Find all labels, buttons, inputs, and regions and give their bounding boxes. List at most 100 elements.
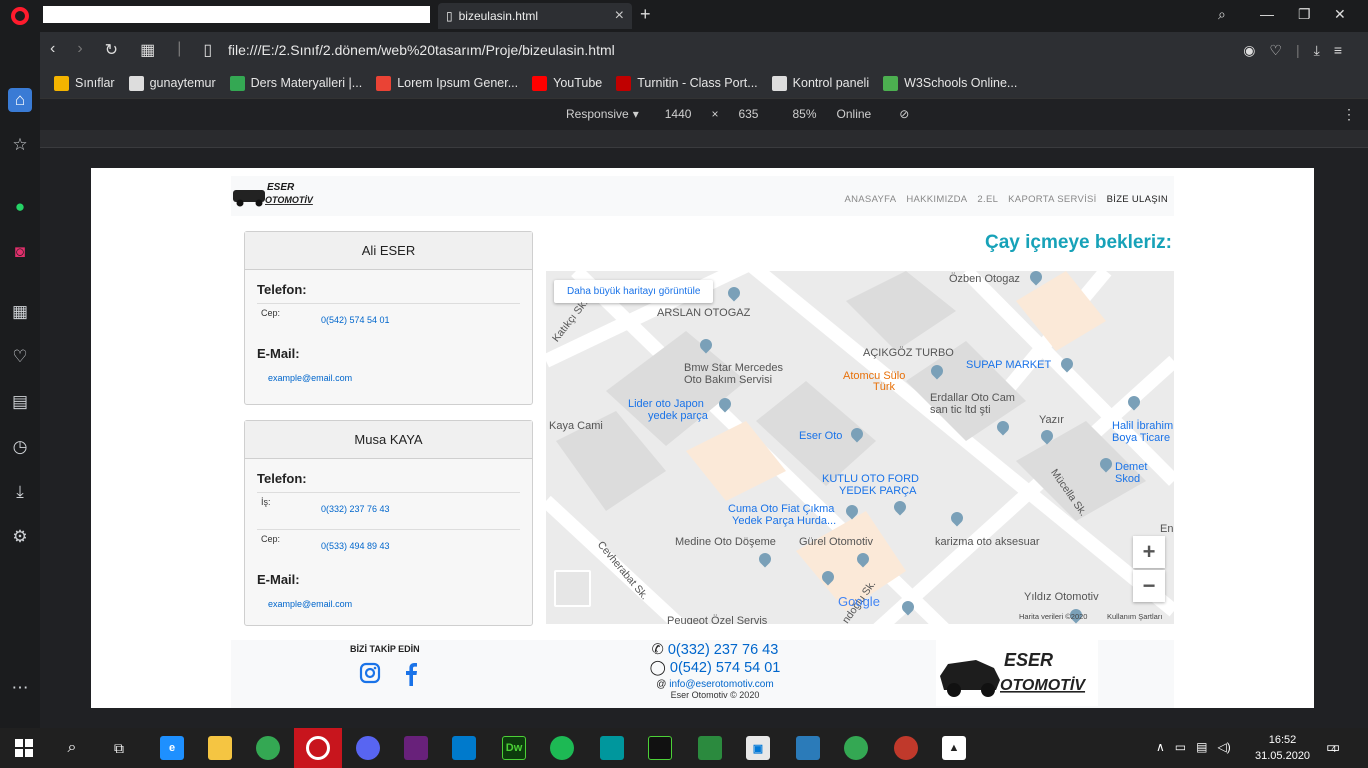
throttle-select[interactable]: Online (837, 107, 872, 121)
height-input[interactable]: 635 (738, 107, 758, 121)
map-poi-label[interactable]: karizma oto aksesuar (935, 536, 1040, 548)
map-poi-label[interactable]: Kaya Cami (549, 420, 603, 432)
map-poi-label[interactable]: Lider oto Japon (628, 398, 704, 410)
brand-logo[interactable]: ESER OTOMOTİV (231, 178, 317, 212)
arduino-icon[interactable] (600, 736, 624, 760)
map-poi-label[interactable]: Halil İbrahim (1112, 420, 1173, 432)
tab-active[interactable]: ▯ bizeulasin.html × (438, 3, 632, 29)
chrome-icon[interactable] (256, 736, 280, 760)
download-icon[interactable]: ⤓ (1314, 42, 1320, 59)
bookmark-item[interactable]: Lorem Ipsum Gener... (376, 75, 518, 91)
nav-link[interactable]: KAPORTA SERVİSİ (1008, 194, 1096, 205)
map-terms[interactable]: Kullanım Şartları (1107, 612, 1162, 621)
phone-number[interactable]: 0(533) 494 89 43 (321, 530, 390, 560)
bookmark-item[interactable]: Sınıflar (54, 75, 115, 91)
bookmark-item[interactable]: Kontrol paneli (771, 75, 869, 91)
bookmark-item[interactable]: W3Schools Online... (883, 75, 1017, 91)
map-poi-label[interactable]: san tic ltd şti (930, 404, 991, 416)
close-window-icon[interactable]: ✕ (1334, 6, 1346, 23)
app-icon[interactable] (698, 736, 722, 760)
reload-icon[interactable]: ↻ (105, 40, 118, 60)
map-poi-label[interactable]: Bmw Star Mercedes (684, 362, 783, 374)
nav-link[interactable]: 2.EL (977, 194, 998, 205)
discord-icon[interactable] (356, 736, 380, 760)
map-poi-label[interactable]: Yedek Parça Hurda... (732, 515, 836, 527)
vscode-icon[interactable] (452, 736, 476, 760)
map-poi-label[interactable]: Oto Bakım Servisi (684, 374, 772, 386)
map-poi-label[interactable]: Gürel Otomotiv (799, 536, 873, 548)
nav-link[interactable]: HAKKIMIZDA (906, 194, 967, 205)
map-poi-label[interactable]: AÇIKGÖZ TURBO (863, 347, 954, 359)
map-poi-label[interactable]: KUTLU OTO FORD (822, 473, 919, 485)
chrome-icon[interactable] (844, 736, 868, 760)
minimize-icon[interactable]: — (1260, 6, 1274, 22)
nav-link[interactable]: ANASAYFA (845, 194, 897, 205)
opera-logo[interactable] (0, 0, 40, 32)
bookmark-item[interactable]: Ders Materyalleri |... (229, 75, 362, 91)
map-poi-label[interactable]: yedek parça (648, 410, 708, 422)
search-icon[interactable]: ⌕ (60, 736, 84, 760)
facebook-icon[interactable] (403, 662, 419, 686)
google-map[interactable]: Daha büyük haritayı görüntüle Özben Otog… (546, 271, 1174, 624)
footer-phone-2[interactable]: ◯ 0(542) 574 54 01 (635, 660, 795, 676)
map-poi-label[interactable]: Medine Oto Döşeme (675, 536, 776, 548)
nav-link[interactable]: BİZE ULAŞIN (1107, 194, 1168, 205)
footer-phone-1[interactable]: ✆ 0(332) 237 76 43 (635, 642, 795, 658)
bookmark-item[interactable]: YouTube (532, 75, 602, 91)
settings-icon[interactable]: ⚙ (8, 525, 32, 549)
zoom-in-button[interactable]: + (1133, 536, 1165, 568)
more-options-icon[interactable]: ⋮ (1342, 106, 1356, 123)
speed-dial-icon[interactable]: ▦ (8, 300, 32, 324)
clock[interactable]: 16:52 31.05.2020 (1255, 732, 1310, 764)
map-poi-label[interactable]: Eser Oto (799, 430, 842, 442)
visual-studio-icon[interactable] (404, 736, 428, 760)
windows-start-icon[interactable] (14, 738, 34, 758)
task-view-icon[interactable]: ⧉ (107, 736, 131, 760)
chevron-up-icon[interactable]: ∧ (1156, 740, 1165, 754)
photos-icon[interactable]: ▲ (942, 736, 966, 760)
heart-icon[interactable]: ♡ (1269, 42, 1282, 59)
more-icon[interactable]: ⋯ (8, 676, 32, 700)
close-tab-icon[interactable]: × (615, 7, 624, 25)
notifications-icon[interactable]: ▭4 (1326, 738, 1340, 756)
instagram-icon[interactable] (359, 662, 381, 684)
device-select[interactable]: Responsive (566, 107, 629, 121)
instagram-icon[interactable]: ◙ (8, 240, 32, 264)
tab-blank[interactable] (43, 6, 430, 23)
map-poi-label[interactable]: Cuma Oto Fiat Çıkma (728, 503, 834, 515)
battery-icon[interactable]: ▭ (1175, 740, 1186, 754)
footer-email[interactable]: @ info@eserotomotiv.com (635, 679, 795, 690)
file-explorer-icon[interactable] (208, 736, 232, 760)
map-poi-label[interactable]: Yazır (1039, 414, 1064, 426)
search-icon[interactable]: ⌕ (1218, 6, 1226, 23)
zoom-select[interactable]: 85% (792, 107, 816, 121)
news-icon[interactable]: ▤ (8, 390, 32, 414)
width-input[interactable]: 1440 (665, 107, 692, 121)
maximize-icon[interactable]: ❐ (1298, 6, 1311, 23)
map-poi-label[interactable]: En (1160, 523, 1173, 535)
bookmark-item[interactable]: gunaytemur (128, 75, 216, 91)
network-icon[interactable]: ▤ (1196, 740, 1207, 754)
new-tab-icon[interactable]: + (640, 4, 651, 25)
map-poi-label[interactable]: YEDEK PARÇA (839, 485, 916, 497)
app-icon[interactable]: ▣ (746, 736, 770, 760)
map-poi-label[interactable]: ARSLAN OTOGAZ (657, 307, 750, 319)
dreamweaver-icon[interactable]: Dw (502, 736, 526, 760)
menu-icon[interactable]: ≡ (1334, 42, 1342, 59)
spotify-icon[interactable] (550, 736, 574, 760)
ie-icon[interactable]: e (160, 736, 184, 760)
volume-icon[interactable]: ◁) (1217, 740, 1230, 754)
history-icon[interactable]: ◷ (8, 435, 32, 459)
map-poi-label[interactable]: Demet Skod (1115, 461, 1174, 485)
mail-link[interactable]: example@email.com (257, 361, 520, 383)
star-icon[interactable]: ☆ (8, 133, 32, 157)
back-icon[interactable]: ‹ (50, 40, 55, 60)
map-poi-label[interactable]: Peugeot Özel Servis (667, 615, 767, 624)
satellite-toggle[interactable] (554, 570, 591, 607)
footer-logo[interactable]: ESER OTOMOTİV (936, 640, 1098, 706)
phone-number[interactable]: 0(542) 574 54 01 (321, 304, 390, 334)
terminal-icon[interactable] (648, 736, 672, 760)
camera-icon[interactable]: ◉ (1243, 42, 1255, 59)
downloads-icon[interactable]: ⤓ (8, 480, 32, 504)
rotate-icon[interactable]: ⊘ (899, 107, 909, 121)
